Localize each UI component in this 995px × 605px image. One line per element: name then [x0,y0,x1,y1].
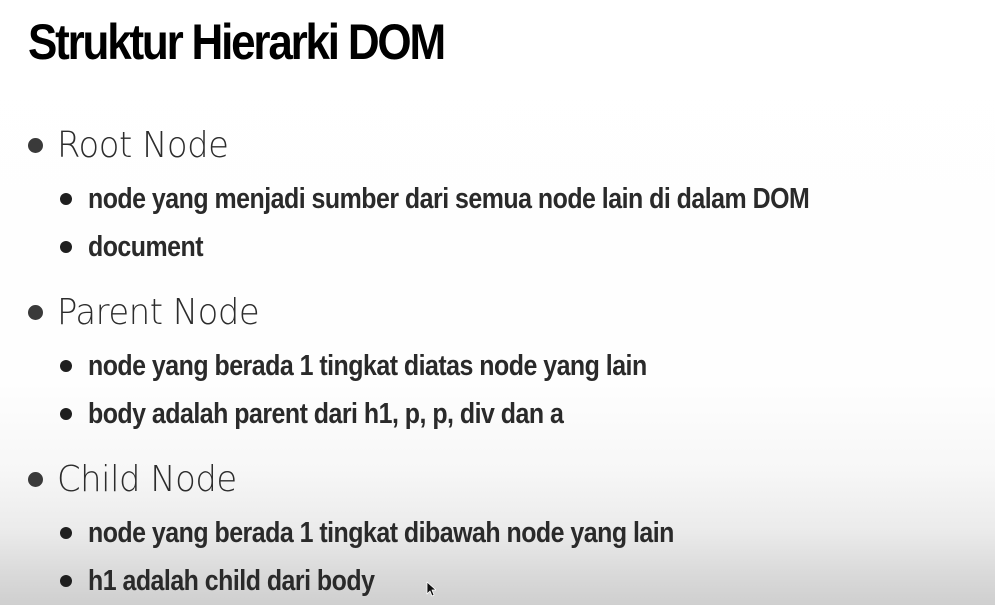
bullet-dot-icon [60,193,72,205]
sub-bullet-text: node yang berada 1 tingkat dibawah node … [88,516,674,549]
bullet-dot-icon [60,241,72,253]
sub-bullet-item: body adalah parent dari h1, p, p, div da… [60,396,641,432]
bullet-parent-node: Parent Node [28,290,272,334]
sub-bullet-item: document [60,229,222,265]
bullet-dot-icon [60,527,72,539]
sub-bullet-item: node yang menjadi sumber dari semua node… [60,181,927,217]
bullet-root-node: Root Node [28,123,239,167]
sub-bullet-item: h1 adalah child dari body [60,563,421,599]
bullet-dot-icon [60,408,72,420]
presentation-slide: Struktur Hierarki DOM Root Node node yan… [0,0,995,605]
bullet-dot-icon [28,304,43,320]
bullet-child-node: Child Node [28,457,248,501]
sub-bullet-text: node yang berada 1 tingkat diatas node y… [88,349,647,382]
mouse-pointer-icon [426,581,436,597]
sub-bullet-text: body adalah parent dari h1, p, p, div da… [88,397,564,430]
bullet-dot-icon [28,471,43,487]
sub-bullet-item: node yang berada 1 tingkat diatas node y… [60,348,738,384]
section-heading: Parent Node [57,291,260,333]
section-heading: Child Node [57,458,237,500]
section-heading: Root Node [57,124,229,166]
bullet-dot-icon [60,575,72,587]
sub-bullet-text: node yang menjadi sumber dari semua node… [88,182,810,215]
sub-bullet-item: node yang berada 1 tingkat dibawah node … [60,515,769,551]
bullet-dot-icon [60,360,72,372]
bullet-dot-icon [28,137,43,153]
sub-bullet-text: h1 adalah child dari body [88,564,375,597]
sub-bullet-text: document [88,230,204,263]
slide-title: Struktur Hierarki DOM [28,14,446,70]
